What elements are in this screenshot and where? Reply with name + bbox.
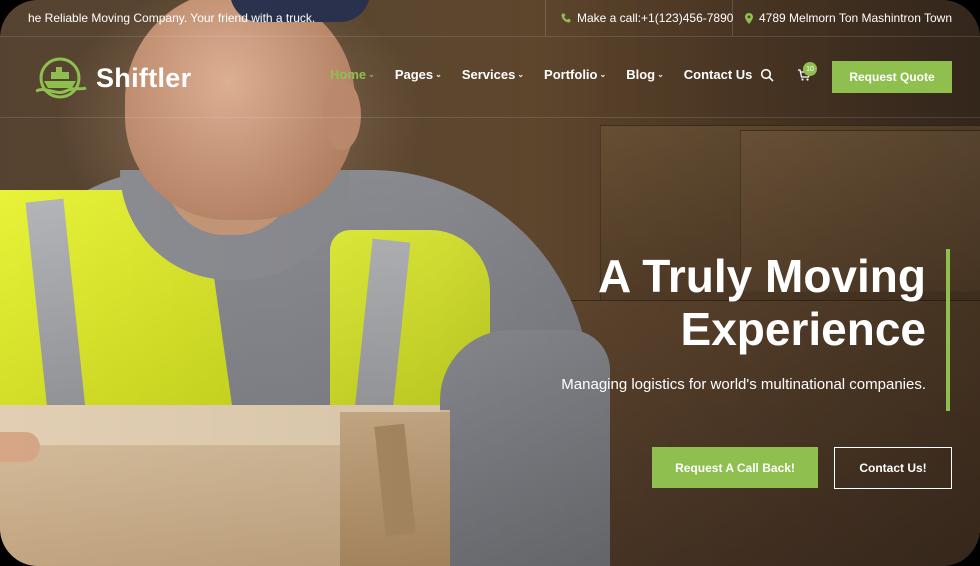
nav-item-services[interactable]: Services ⌄	[462, 67, 524, 82]
top-bar: he Reliable Moving Company. Your friend …	[0, 0, 980, 37]
divider	[545, 0, 546, 36]
location-pin-icon	[745, 12, 753, 24]
hero-subtitle: Managing logistics for world's multinati…	[561, 376, 926, 393]
nav-label: Services	[461, 67, 516, 82]
tagline: he Reliable Moving Company. Your friend …	[28, 11, 316, 25]
accent-bar	[946, 249, 950, 411]
nav-item-home[interactable]: Home ⌄	[330, 67, 375, 82]
nav-label: Home	[330, 67, 367, 82]
cart-count-badge: 10	[803, 62, 817, 76]
phone-text: Make a call:+1(123)456-7890	[577, 11, 734, 25]
divider	[732, 0, 733, 36]
main-navbar: Shiftler Home ⌄ Pages ⌄ Services ⌄ Portfoli…	[0, 37, 980, 118]
brand-logo[interactable]: Shiftler	[36, 57, 191, 99]
request-call-back-button[interactable]: Request A Call Back!	[652, 447, 818, 488]
nav-label: Blog	[626, 67, 656, 82]
hero-title-line: A Truly Moving	[598, 250, 926, 302]
phone-icon	[561, 13, 571, 23]
chevron-down-icon: ⌄	[517, 70, 525, 79]
hero-title: A Truly Moving Experience	[598, 250, 926, 356]
hero-title-line: Experience	[680, 303, 926, 355]
brand-name: Shiftler	[96, 62, 192, 93]
nav-label: Contact Us	[683, 67, 753, 82]
address-link[interactable]: 4789 Melmorn Ton Mashintron Town	[745, 11, 952, 25]
nav-item-blog[interactable]: Blog ⌄	[626, 67, 664, 82]
ship-logo-icon	[36, 57, 87, 99]
primary-nav: Home ⌄ Pages ⌄ Services ⌄ Portfolio ⌄ Blog ⌄ …	[330, 67, 752, 82]
chevron-down-icon: ⌄	[599, 70, 607, 79]
search-icon[interactable]	[760, 68, 774, 82]
nav-item-pages[interactable]: Pages ⌄	[395, 67, 442, 82]
address-text: 4789 Melmorn Ton Mashintron Town	[759, 11, 952, 25]
contact-us-button[interactable]: Contact Us!	[834, 447, 952, 489]
nav-label: Pages	[394, 67, 434, 82]
chevron-down-icon: ⌄	[368, 70, 375, 79]
nav-item-portfolio[interactable]: Portfolio ⌄	[544, 67, 606, 82]
nav-item-contact[interactable]: Contact Us	[684, 67, 753, 82]
hero-frame: he Reliable Moving Company. Your friend …	[0, 0, 980, 566]
request-quote-button[interactable]: Request Quote	[832, 61, 952, 93]
nav-label: Portfolio	[544, 67, 598, 82]
phone-link[interactable]: Make a call:+1(123)456-7890	[561, 11, 733, 25]
chevron-down-icon: ⌄	[435, 70, 442, 79]
chevron-down-icon: ⌄	[657, 70, 664, 79]
